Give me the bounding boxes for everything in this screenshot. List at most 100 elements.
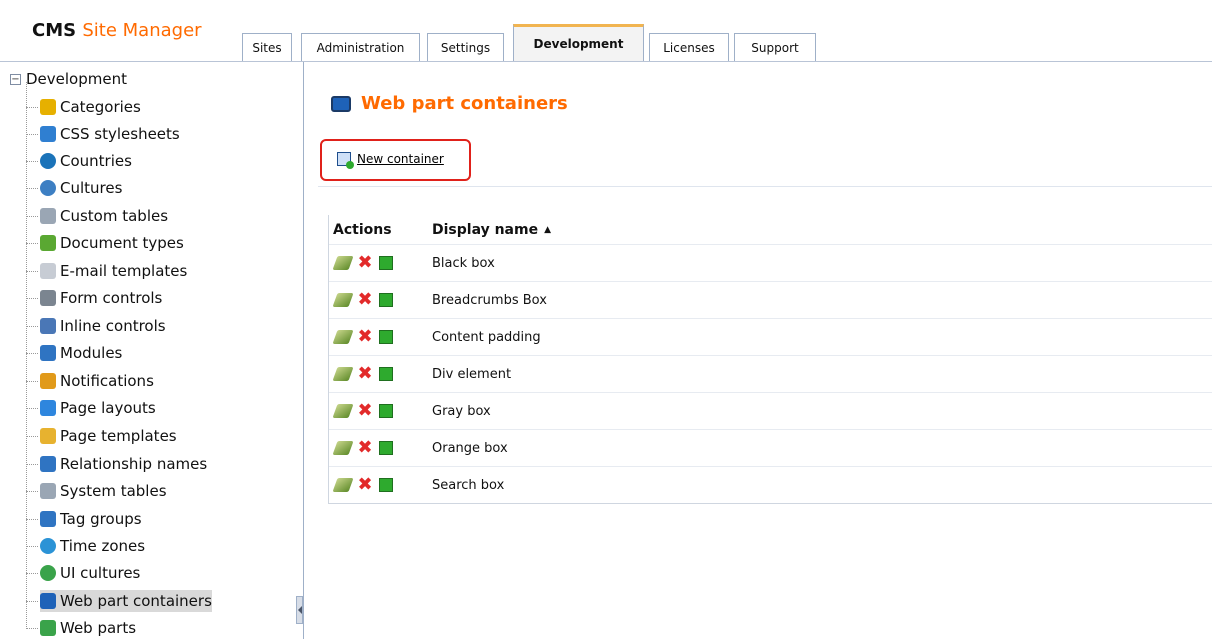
sidebar-item-email-templates[interactable]: E-mail templates (26, 260, 188, 282)
row-display-name: Black box (432, 255, 495, 271)
tab-sites[interactable]: Sites (242, 33, 292, 61)
edit-icon[interactable] (332, 293, 354, 307)
delete-icon[interactable]: ✖ (357, 439, 373, 457)
page-templates-icon (40, 428, 56, 444)
clone-icon[interactable] (379, 367, 393, 381)
web-part-containers-icon (40, 593, 56, 609)
edit-icon[interactable] (332, 330, 354, 344)
delete-icon[interactable]: ✖ (357, 328, 373, 346)
sidebar-item-modules[interactable]: Modules (26, 342, 123, 364)
delete-icon[interactable]: ✖ (357, 402, 373, 420)
sidebar-item-inline-controls[interactable]: Inline controls (26, 315, 166, 337)
delete-icon[interactable]: ✖ (357, 476, 373, 494)
sidebar-item-label: Page templates (60, 427, 177, 445)
logo-main: CMS (32, 20, 77, 41)
table-row: ✖ Div element (329, 355, 1212, 392)
sidebar-item-web-part-containers[interactable]: Web part containers (26, 590, 212, 612)
sidebar-item-label: Web parts (60, 619, 137, 637)
clone-icon[interactable] (379, 330, 393, 344)
collapse-toggle-icon[interactable]: − (10, 73, 21, 85)
page-title: Web part containers (361, 93, 568, 114)
system-tables-icon (40, 483, 56, 499)
clone-icon[interactable] (379, 256, 393, 270)
clone-icon[interactable] (379, 293, 393, 307)
row-actions: ✖ (329, 476, 432, 494)
tab-settings[interactable]: Settings (427, 33, 504, 61)
sidebar-item-system-tables[interactable]: System tables (26, 480, 167, 502)
sidebar-item-label: Time zones (60, 537, 146, 555)
table-row: ✖ Breadcrumbs Box (329, 281, 1212, 318)
display-name-header[interactable]: Display name ▲ (432, 222, 1212, 238)
sidebar-item-label: Form controls (60, 289, 163, 307)
actions-header: Actions (333, 222, 392, 238)
delete-icon[interactable]: ✖ (357, 254, 373, 272)
row-actions: ✖ (329, 402, 432, 420)
row-display-name: Orange box (432, 440, 508, 456)
sidebar-item-document-types[interactable]: Document types (26, 232, 184, 254)
tree-root-development[interactable]: − Development (10, 70, 127, 88)
sidebar-item-relationship-names[interactable]: Relationship names (26, 453, 207, 475)
sidebar-item-label: Page layouts (60, 399, 156, 417)
edit-icon[interactable] (332, 256, 354, 270)
new-container-icon (337, 152, 354, 169)
page-layouts-icon (40, 400, 56, 416)
sidebar-item-page-templates[interactable]: Page templates (26, 425, 177, 447)
edit-icon[interactable] (332, 441, 354, 455)
globe-icon (40, 153, 56, 169)
table-row: ✖ Orange box (329, 429, 1212, 466)
inline-controls-icon (40, 318, 56, 334)
clone-icon[interactable] (379, 404, 393, 418)
tab-licenses[interactable]: Licenses (649, 33, 729, 61)
row-actions: ✖ (329, 254, 432, 272)
tab-administration[interactable]: Administration (301, 33, 420, 61)
table-row: ✖ Gray box (329, 392, 1212, 429)
row-display-name: Content padding (432, 329, 541, 345)
edit-icon[interactable] (332, 404, 354, 418)
edit-icon[interactable] (332, 367, 354, 381)
logo: CMS Site Manager (32, 20, 202, 41)
delete-icon[interactable]: ✖ (357, 365, 373, 383)
sidebar-item-tag-groups[interactable]: Tag groups (26, 508, 142, 530)
sidebar-item-form-controls[interactable]: Form controls (26, 287, 163, 309)
sidebar-item-label: Inline controls (60, 317, 166, 335)
delete-icon[interactable]: ✖ (357, 291, 373, 309)
time-zones-icon (40, 538, 56, 554)
sidebar-item-time-zones[interactable]: Time zones (26, 535, 146, 557)
collapse-sidebar-handle[interactable] (296, 596, 303, 624)
new-container-button[interactable]: New container (337, 152, 444, 169)
sidebar-item-cultures[interactable]: Cultures (26, 177, 123, 199)
sidebar-item-ui-cultures[interactable]: UI cultures (26, 562, 140, 584)
display-name-header-label: Display name (432, 222, 539, 238)
culture-globe-icon (40, 180, 56, 196)
tab-support[interactable]: Support (734, 33, 816, 61)
sidebar-item-web-parts[interactable]: Web parts (26, 617, 137, 639)
tag-groups-icon (40, 511, 56, 527)
sidebar-item-notifications[interactable]: Notifications (26, 370, 154, 392)
notifications-icon (40, 373, 56, 389)
sidebar-item-label: E-mail templates (60, 262, 188, 280)
clone-icon[interactable] (379, 478, 393, 492)
row-actions: ✖ (329, 439, 432, 457)
sidebar-item-custom-tables[interactable]: Custom tables (26, 205, 169, 227)
new-container-label: New container (357, 152, 444, 166)
tab-development[interactable]: Development (513, 24, 644, 61)
row-actions: ✖ (329, 328, 432, 346)
ui-cultures-icon (40, 565, 56, 581)
table-row: ✖ Content padding (329, 318, 1212, 355)
sidebar-item-label: System tables (60, 482, 167, 500)
table-icon (40, 208, 56, 224)
tree-root-label: Development (26, 70, 127, 88)
edit-icon[interactable] (332, 478, 354, 492)
modules-icon (40, 345, 56, 361)
clone-icon[interactable] (379, 441, 393, 455)
web-part-container-icon (331, 95, 351, 112)
row-display-name: Search box (432, 477, 505, 493)
categories-icon (40, 99, 56, 115)
sidebar-item-label: Modules (60, 344, 123, 362)
sidebar-item-label: Custom tables (60, 207, 169, 225)
sidebar-item-css-stylesheets[interactable]: CSS stylesheets (26, 123, 180, 145)
sidebar-item-countries[interactable]: Countries (26, 150, 132, 172)
sidebar-item-page-layouts[interactable]: Page layouts (26, 397, 156, 419)
sidebar-item-categories[interactable]: Categories (26, 96, 141, 118)
sidebar-item-label: Cultures (60, 179, 123, 197)
